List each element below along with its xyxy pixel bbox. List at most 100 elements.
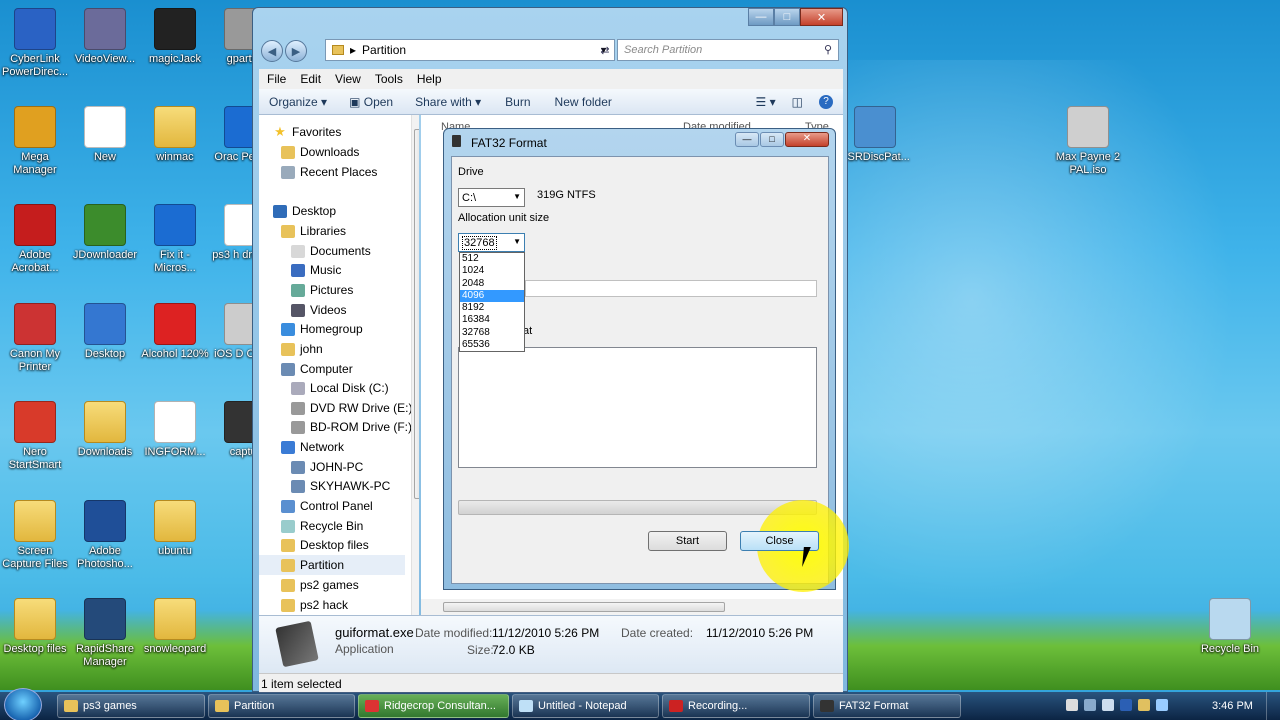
menu-tools[interactable]: Tools — [375, 72, 403, 86]
volume-label-input[interactable] — [525, 280, 817, 297]
start-button[interactable] — [4, 688, 42, 720]
dialog-close-button[interactable]: ✕ — [785, 132, 829, 147]
alloc-unit-option[interactable]: 16384 — [460, 314, 524, 326]
desktop-icon-item[interactable]: New — [70, 106, 140, 164]
alloc-unit-option[interactable]: 65536 — [460, 339, 524, 351]
desktop-icon-item[interactable]: Canon My Printer — [0, 303, 70, 374]
nav-item[interactable]: Control Panel — [259, 496, 373, 516]
menu-view[interactable]: View — [335, 72, 361, 86]
alloc-unit-option[interactable]: 512 — [460, 253, 524, 265]
burn-button[interactable]: Burn — [505, 95, 530, 109]
nav-item[interactable]: john — [259, 339, 323, 359]
desktop-icon-item[interactable]: winmac — [140, 106, 210, 164]
nav-item[interactable]: Libraries — [259, 221, 346, 241]
nav-item[interactable]: Network — [259, 437, 344, 457]
nav-item[interactable]: JOHN-PC — [259, 457, 363, 477]
search-icon[interactable]: ⚲ — [824, 43, 832, 56]
refresh-button[interactable]: ⇄ — [595, 41, 615, 59]
drive-select[interactable]: C:\ ▼ — [458, 188, 525, 207]
tray-app-icon[interactable] — [1084, 699, 1096, 711]
nav-item[interactable]: Downloads — [259, 142, 359, 162]
start-button[interactable]: Start — [648, 531, 727, 551]
forward-button[interactable]: ▶ — [285, 40, 307, 62]
taskbar-button[interactable]: ps3 games — [57, 694, 205, 718]
preview-pane-icon[interactable]: ◫ — [792, 95, 803, 109]
nav-item[interactable]: Desktop — [259, 201, 336, 221]
desktop-icon-item[interactable]: CyberLink PowerDirec... — [0, 8, 70, 79]
share-with-button[interactable]: Share with ▾ — [415, 95, 481, 109]
taskbar-button[interactable]: Untitled - Notepad — [512, 694, 659, 718]
new-folder-button[interactable]: New folder — [555, 95, 612, 109]
desktop-icon-item[interactable]: VideoView... — [70, 8, 140, 66]
power-icon[interactable] — [1156, 699, 1168, 711]
show-desktop-button[interactable] — [1266, 692, 1280, 720]
nav-item[interactable]: Recycle Bin — [259, 516, 363, 536]
maximize-button[interactable]: □ — [774, 8, 800, 26]
taskbar-button[interactable]: FAT32 Format — [813, 694, 961, 718]
desktop-icon-item[interactable]: snowleopard — [140, 598, 210, 656]
nav-item[interactable]: Music — [259, 260, 341, 280]
action-center-icon[interactable] — [1138, 699, 1150, 711]
clock[interactable]: 3:46 PM — [1212, 700, 1253, 712]
menu-help[interactable]: Help — [417, 72, 442, 86]
change-view-icon[interactable]: ☰ ▾ — [756, 95, 776, 109]
desktop-icon-item[interactable]: Adobe Photosho... — [70, 500, 140, 571]
open-button[interactable]: ▣ Open — [349, 95, 393, 109]
desktop-icon-item[interactable]: INGFORM... — [140, 401, 210, 459]
nav-item[interactable]: Computer — [259, 359, 353, 379]
desktop-icon-item[interactable]: magicJack — [140, 8, 210, 66]
nav-item[interactable]: Partition — [259, 555, 405, 575]
menu-edit[interactable]: Edit — [300, 72, 321, 86]
desktop-icon-item[interactable]: Fix it - Micros... — [140, 204, 210, 275]
nav-item[interactable]: Homegroup — [259, 319, 363, 339]
back-button[interactable]: ◀ — [261, 40, 283, 62]
address-bar[interactable]: ▸ Partition ▼ — [325, 39, 615, 61]
menu-file[interactable]: File — [267, 72, 286, 86]
desktop-icon-item[interactable]: Adobe Acrobat... — [0, 204, 70, 275]
nav-item[interactable]: ps2 games — [259, 575, 359, 595]
desktop-icon-item[interactable]: Alcohol 120% — [140, 303, 210, 361]
desktop-icon-item[interactable]: JDownloader — [70, 204, 140, 262]
h-scroll-thumb[interactable] — [443, 602, 725, 612]
nav-item[interactable]: ps2 hack — [259, 595, 348, 615]
dialog-minimize-button[interactable]: — — [735, 132, 759, 147]
desktop-icon-item[interactable]: Max Payne 2 PAL.iso — [1053, 106, 1123, 177]
alloc-unit-select[interactable]: 32768 ▼ — [458, 233, 525, 252]
organize-button[interactable]: Organize ▾ — [269, 95, 327, 109]
taskbar-button[interactable]: Recording... — [662, 694, 810, 718]
alloc-unit-option[interactable]: 2048 — [460, 278, 524, 290]
desktop-icon-item[interactable]: Mega Manager — [0, 106, 70, 177]
nav-item[interactable]: Recent Places — [259, 162, 377, 182]
alloc-unit-dropdown-list[interactable]: 512 1024 2048 4096 8192 16384 32768 65536 — [459, 252, 525, 352]
nav-item[interactable]: SKYHAWK-PC — [259, 476, 390, 496]
desktop-icon-item[interactable]: ubuntu — [140, 500, 210, 558]
desktop-icon-item[interactable]: Recycle Bin — [1195, 598, 1265, 656]
nav-item[interactable]: ★ Favorites — [259, 122, 341, 142]
dialog-maximize-button[interactable]: □ — [760, 132, 784, 147]
nav-item[interactable]: Desktop files — [259, 535, 369, 555]
close-button[interactable]: ✕ — [800, 8, 843, 26]
nav-item[interactable]: Local Disk (C:) — [259, 378, 389, 398]
desktop-icon-item[interactable]: RapidShare Manager — [70, 598, 140, 669]
alloc-unit-option[interactable]: 1024 — [460, 265, 524, 277]
nav-item[interactable]: Pictures — [259, 280, 353, 300]
alloc-unit-option[interactable]: 32768 — [460, 327, 524, 339]
taskbar-button[interactable]: Ridgecrop Consultan... — [358, 694, 509, 718]
desktop-icon-item[interactable]: Desktop files — [0, 598, 70, 656]
nav-scrollbar[interactable] — [411, 115, 419, 615]
desktop-icon-item[interactable]: Nero StartSmart — [0, 401, 70, 472]
nav-item[interactable]: BD-ROM Drive (F:) — [259, 417, 412, 437]
alloc-unit-option[interactable]: 8192 — [460, 302, 524, 314]
horizontal-scrollbar[interactable] — [421, 599, 843, 615]
desktop-icon-item[interactable]: Screen Capture Files — [0, 500, 70, 571]
search-input[interactable]: Search Partition ⚲ — [617, 39, 839, 61]
log-textarea[interactable] — [458, 347, 817, 468]
desktop-icon-item[interactable]: ESRDiscPat... — [840, 106, 910, 164]
desktop-icon-item[interactable]: Downloads — [70, 401, 140, 459]
nav-item[interactable]: Videos — [259, 300, 346, 320]
help-icon[interactable]: ? — [819, 94, 833, 109]
taskbar-button[interactable]: Partition — [208, 694, 355, 718]
word-tray-icon[interactable] — [1120, 699, 1132, 711]
minimize-button[interactable]: — — [748, 8, 774, 26]
volume-icon[interactable] — [1066, 699, 1078, 711]
